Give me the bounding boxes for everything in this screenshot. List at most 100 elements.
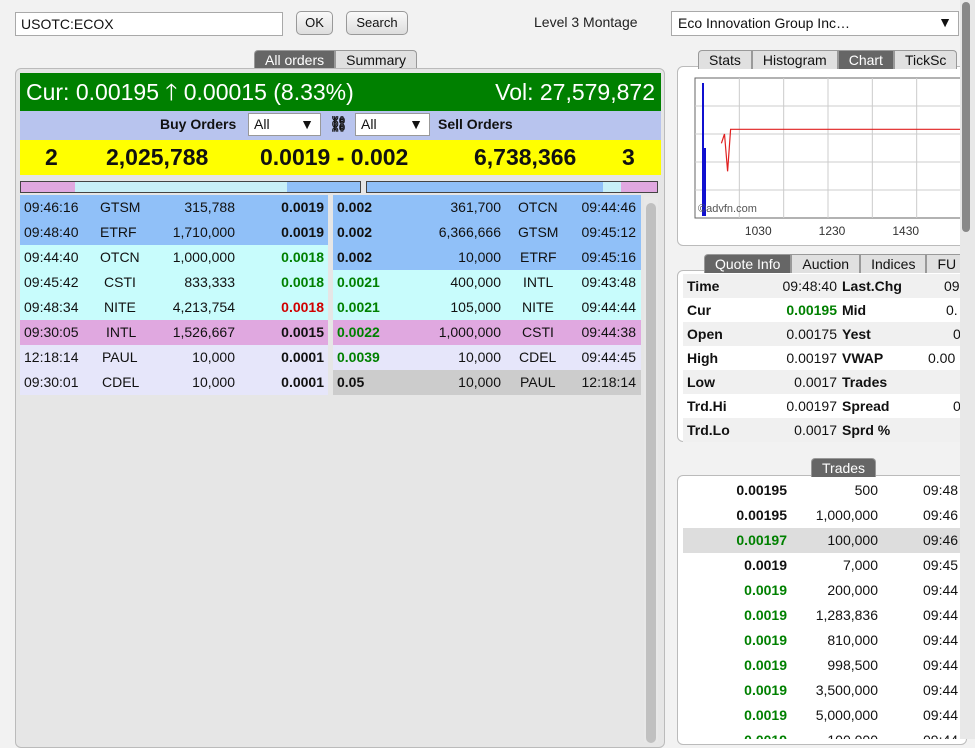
order-price: 0.0018 bbox=[281, 274, 324, 290]
sell-filter-select[interactable]: All ▼ bbox=[355, 113, 430, 136]
trade-row[interactable]: 0.00195 1,000,000 09:46 bbox=[683, 503, 963, 528]
depth-segment bbox=[367, 182, 603, 192]
sell-order-row[interactable]: 0.0021 400,000 INTL 09:43:48 bbox=[333, 270, 641, 295]
page-scrollbar-thumb[interactable] bbox=[962, 2, 970, 232]
order-price: 0.0001 bbox=[281, 374, 324, 390]
tab-quote-info[interactable]: Quote Info bbox=[704, 254, 792, 273]
buy-order-row[interactable]: 09:30:01 CDEL 10,000 0.0001 bbox=[20, 370, 328, 395]
tab-ticksc[interactable]: TickSc bbox=[893, 50, 958, 69]
order-time: 09:43:48 bbox=[581, 274, 637, 290]
trade-price: 0.00195 bbox=[736, 482, 787, 498]
ok-button[interactable]: OK bbox=[296, 11, 333, 35]
tab-auction[interactable]: Auction bbox=[791, 254, 861, 273]
buy-order-row[interactable]: 09:46:16 GTSM 315,788 0.0019 bbox=[20, 195, 328, 220]
quote-label: Spread bbox=[842, 398, 890, 414]
order-size: 10,000 bbox=[192, 374, 235, 390]
trade-size: 100,000 bbox=[827, 532, 878, 548]
market-maker: ETRF bbox=[100, 224, 137, 240]
quote-value: 0.0017 bbox=[794, 422, 837, 438]
order-size: 10,000 bbox=[192, 349, 235, 365]
order-size: 6,366,666 bbox=[438, 224, 501, 240]
order-size: 833,333 bbox=[184, 274, 235, 290]
trade-row[interactable]: 0.0019 100,000 09:44 bbox=[683, 728, 963, 739]
order-size: 1,526,667 bbox=[172, 324, 235, 340]
orders-filter-bar: Buy Orders All ▼ ⛓ All ▼ Sell Orders bbox=[20, 111, 661, 140]
trade-time: 09:44 bbox=[923, 707, 959, 723]
tab-stats[interactable]: Stats bbox=[698, 50, 752, 69]
trade-time: 09:44 bbox=[923, 682, 959, 698]
order-book-scrollbar-thumb[interactable] bbox=[646, 203, 656, 743]
order-price: 0.0018 bbox=[281, 299, 324, 315]
order-time: 09:45:42 bbox=[24, 274, 79, 290]
order-time: 09:44:44 bbox=[581, 299, 637, 315]
quote-value: 0.00175 bbox=[786, 326, 837, 342]
company-select[interactable]: Eco Innovation Group Inc… ▼ bbox=[671, 11, 959, 36]
trade-row[interactable]: 0.0019 998,500 09:44 bbox=[683, 653, 963, 678]
sell-order-row[interactable]: 0.002 6,366,666 GTSM 09:45:12 bbox=[333, 220, 641, 245]
sell-order-row[interactable]: 0.05 10,000 PAUL 12:18:14 bbox=[333, 370, 641, 395]
sell-order-row[interactable]: 0.0039 10,000 CDEL 09:44:45 bbox=[333, 345, 641, 370]
order-size: 315,788 bbox=[184, 199, 235, 215]
x-tick-label: 1030 bbox=[745, 224, 772, 238]
order-size: 361,700 bbox=[450, 199, 501, 215]
quote-row: Cur 0.00195 Mid 0. bbox=[683, 298, 963, 322]
trade-time: 09:44 bbox=[923, 607, 959, 623]
symbol-input[interactable]: USOTC:ECOX bbox=[15, 12, 283, 36]
trade-price: 0.00197 bbox=[736, 532, 787, 548]
tab-indices[interactable]: Indices bbox=[860, 254, 927, 273]
order-price: 0.0021 bbox=[337, 299, 380, 315]
trade-row[interactable]: 0.0019 7,000 09:45 bbox=[683, 553, 963, 578]
link-icon[interactable]: ⛓ bbox=[329, 115, 348, 133]
sell-order-row[interactable]: 0.002 361,700 OTCN 09:44:46 bbox=[333, 195, 641, 220]
sell-order-row[interactable]: 0.0022 1,000,000 CSTI 09:44:38 bbox=[333, 320, 641, 345]
quote-label: Trades bbox=[842, 374, 888, 390]
chart-watermark: ©advfn.com bbox=[698, 203, 757, 215]
buy-order-row[interactable]: 09:48:34 NITE 4,213,754 0.0018 bbox=[20, 295, 328, 320]
order-price: 0.0039 bbox=[337, 349, 380, 365]
order-time: 12:18:14 bbox=[24, 349, 79, 365]
intraday-chart: ©advfn.com 1030 1230 1430 bbox=[694, 77, 962, 238]
tab-summary[interactable]: Summary bbox=[335, 50, 418, 69]
order-price: 0.002 bbox=[337, 199, 373, 215]
order-summary-bar: 2 2,025,788 0.0019 - 0.002 6,738,366 3 bbox=[20, 140, 661, 175]
buy-order-row[interactable]: 12:18:14 PAUL 10,000 0.0001 bbox=[20, 345, 328, 370]
market-maker: OTCN bbox=[100, 249, 140, 265]
tab-chart[interactable]: Chart bbox=[837, 50, 894, 69]
trade-row[interactable]: 0.00197 100,000 09:46 bbox=[683, 528, 963, 553]
x-tick-label: 1230 bbox=[819, 224, 846, 238]
order-price: 0.002 bbox=[337, 224, 373, 240]
trade-row[interactable]: 0.0019 200,000 09:44 bbox=[683, 578, 963, 603]
order-price: 0.0018 bbox=[281, 249, 324, 265]
quote-value: 0.00 bbox=[928, 350, 956, 366]
trade-row[interactable]: 0.0019 810,000 09:44 bbox=[683, 628, 963, 653]
order-size: 4,213,754 bbox=[172, 299, 235, 315]
search-button[interactable]: Search bbox=[346, 11, 408, 35]
buy-count: 2 bbox=[45, 144, 58, 170]
buy-order-row[interactable]: 09:30:05 INTL 1,526,667 0.0015 bbox=[20, 320, 328, 345]
trade-time: 09:45 bbox=[923, 557, 959, 573]
trade-price: 0.0019 bbox=[744, 682, 787, 698]
trade-row[interactable]: 0.0019 1,283,836 09:44 bbox=[683, 603, 963, 628]
buy-filter-select[interactable]: All ▼ bbox=[248, 113, 321, 136]
trade-row[interactable]: 0.0019 3,500,000 09:44 bbox=[683, 678, 963, 703]
tab-histogram[interactable]: Histogram bbox=[751, 50, 838, 69]
quote-label: VWAP bbox=[842, 350, 884, 366]
trade-price: 0.0019 bbox=[744, 707, 787, 723]
trade-size: 998,500 bbox=[827, 657, 878, 673]
order-time: 09:48:40 bbox=[24, 224, 79, 240]
current-price-text: Cur: 0.00195 🡑 0.00015 (8.33%) bbox=[26, 79, 354, 105]
trade-row[interactable]: 0.0019 5,000,000 09:44 bbox=[683, 703, 963, 728]
buy-order-row[interactable]: 09:48:40 ETRF 1,710,000 0.0019 bbox=[20, 220, 328, 245]
tab-all-orders[interactable]: All orders bbox=[254, 50, 336, 69]
buy-order-row[interactable]: 09:44:40 OTCN 1,000,000 0.0018 bbox=[20, 245, 328, 270]
sell-order-row[interactable]: 0.0021 105,000 NITE 09:44:44 bbox=[333, 295, 641, 320]
buy-order-row[interactable]: 09:45:42 CSTI 833,333 0.0018 bbox=[20, 270, 328, 295]
trade-row[interactable]: 0.00195 500 09:48 bbox=[683, 478, 963, 503]
sell-order-row[interactable]: 0.002 10,000 ETRF 09:45:16 bbox=[333, 245, 641, 270]
market-maker: CDEL bbox=[519, 349, 557, 365]
order-price: 0.002 bbox=[337, 249, 373, 265]
tab-trades[interactable]: Trades bbox=[811, 458, 877, 477]
dropdown-arrow-icon: ▼ bbox=[409, 116, 423, 132]
market-maker: CSTI bbox=[104, 274, 136, 290]
quote-value: 0.00197 bbox=[786, 398, 837, 414]
